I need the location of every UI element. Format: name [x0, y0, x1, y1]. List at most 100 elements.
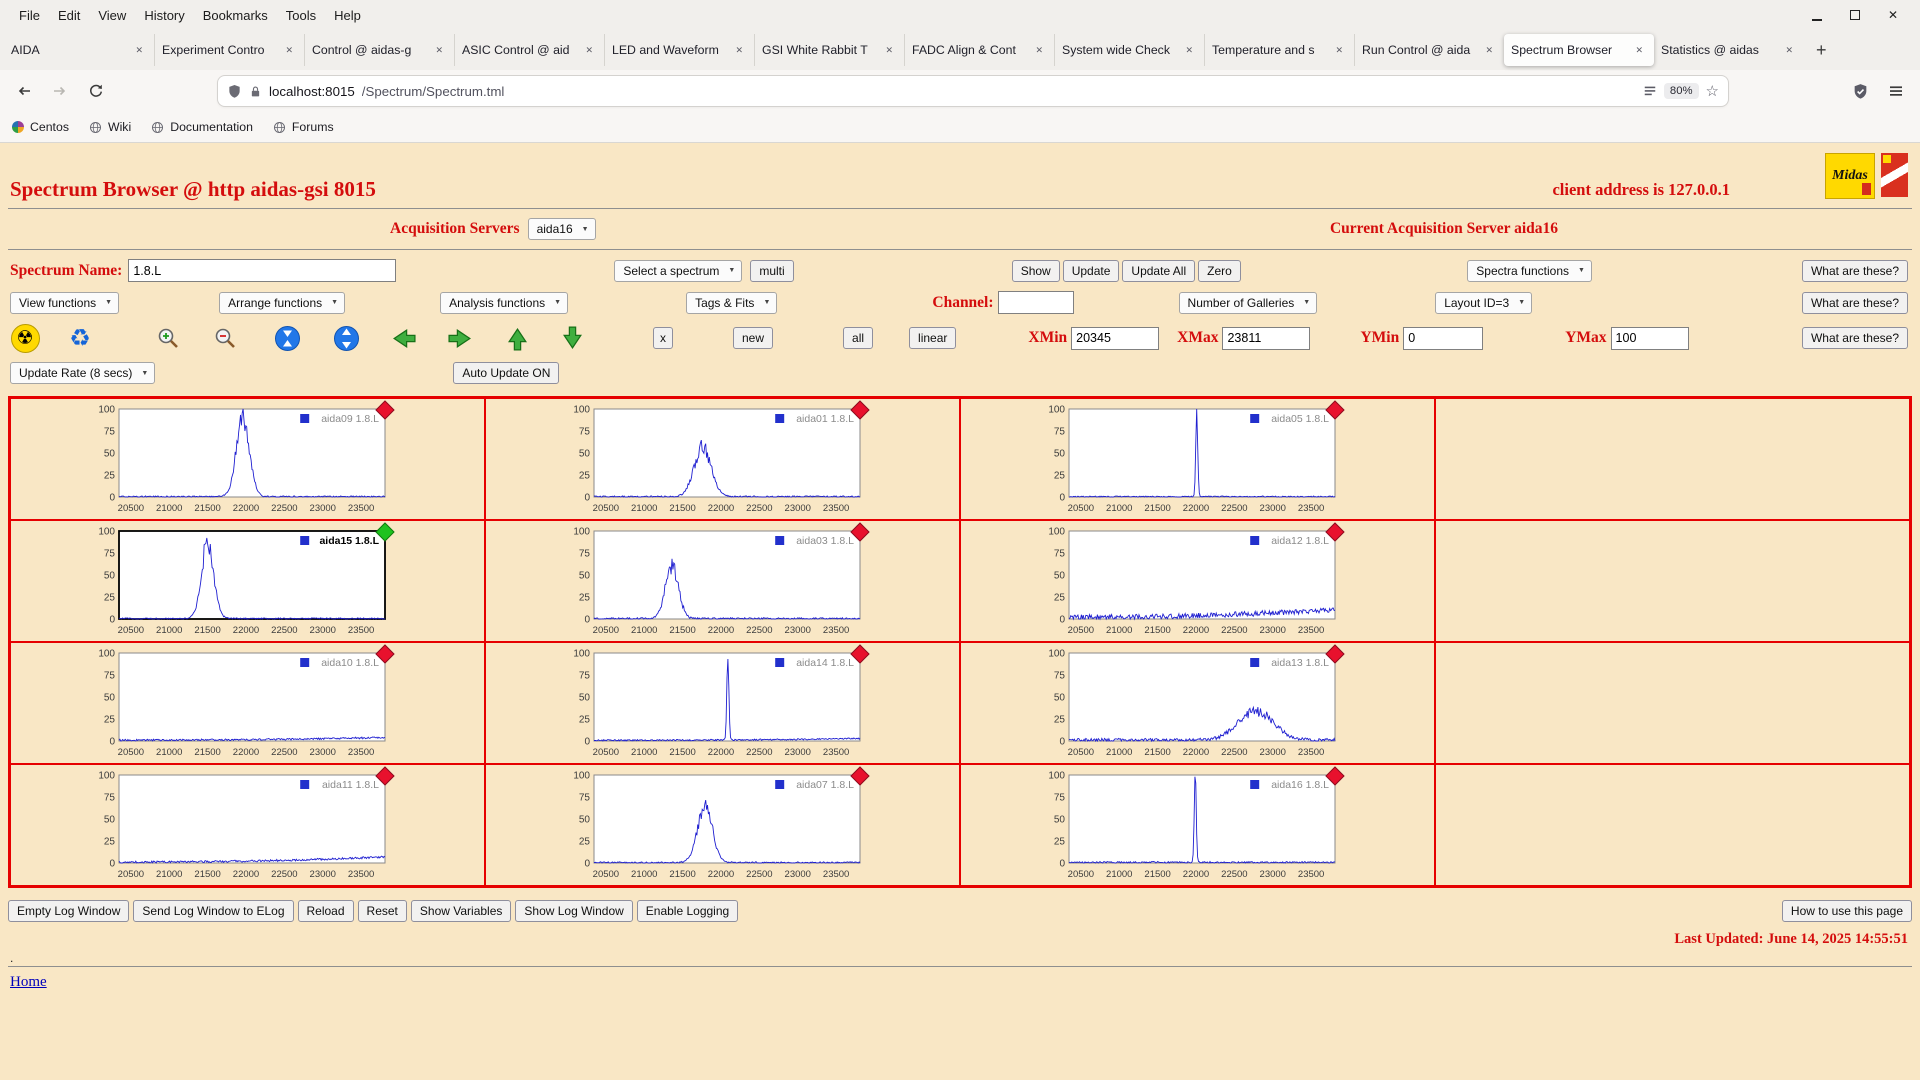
gallery-cell-aida12[interactable]: 0255075100205002100021500220002250023000…: [960, 520, 1435, 642]
minimize-button[interactable]: [1810, 8, 1824, 22]
tab-aida[interactable]: AIDA✕: [4, 34, 154, 66]
tab-spectrum-browser[interactable]: Spectrum Browser✕: [1504, 34, 1654, 66]
reload-button[interactable]: Reload: [298, 900, 354, 922]
tab-fadc-align-cont[interactable]: FADC Align & Cont✕: [904, 34, 1054, 66]
show-variables-button[interactable]: Show Variables: [411, 900, 512, 922]
chart-aida15[interactable]: 0255075100205002100021500220002250023000…: [75, 521, 405, 641]
compress-y-icon[interactable]: [272, 323, 302, 353]
tags-fits-dropdown[interactable]: Tags & Fits▼: [686, 292, 777, 314]
tab-close-icon[interactable]: ✕: [1181, 43, 1197, 58]
arrow-right-icon[interactable]: [445, 323, 475, 353]
tab-close-icon[interactable]: ✕: [1631, 43, 1647, 58]
menu-edit[interactable]: Edit: [49, 5, 89, 26]
expand-y-icon[interactable]: [331, 323, 361, 353]
recycle-icon[interactable]: ♻: [65, 323, 95, 353]
gallery-cell-aida05[interactable]: 0255075100205002100021500220002250023000…: [960, 398, 1435, 520]
back-button[interactable]: [10, 77, 38, 105]
select-spectrum-dropdown[interactable]: Select a spectrum▼: [614, 260, 742, 282]
maximize-button[interactable]: [1848, 8, 1862, 22]
bookmark-wiki[interactable]: Wiki: [89, 120, 131, 134]
gallery-cell-aida16[interactable]: 0255075100205002100021500220002250023000…: [960, 764, 1435, 886]
tab-close-icon[interactable]: ✕: [1781, 43, 1797, 58]
radiation-icon[interactable]: ☢: [10, 323, 40, 353]
tab-asic-control-aid[interactable]: ASIC Control @ aid✕: [454, 34, 604, 66]
chart-aida16[interactable]: 0255075100205002100021500220002250023000…: [1025, 765, 1355, 885]
show-button[interactable]: Show: [1012, 260, 1060, 282]
tab-statistics-aidas[interactable]: Statistics @ aidas✕: [1654, 34, 1804, 66]
chart-aida05[interactable]: 0255075100205002100021500220002250023000…: [1025, 399, 1355, 519]
menu-bookmarks[interactable]: Bookmarks: [194, 5, 277, 26]
gallery-cell-aida07[interactable]: 0255075100205002100021500220002250023000…: [485, 764, 960, 886]
tab-system-wide-check[interactable]: System wide Check✕: [1054, 34, 1204, 66]
chart-aida10[interactable]: 0255075100205002100021500220002250023000…: [75, 643, 405, 763]
tab-led-and-waveform[interactable]: LED and Waveform✕: [604, 34, 754, 66]
tab-close-icon[interactable]: ✕: [131, 43, 147, 58]
arrow-up-icon[interactable]: [502, 323, 532, 353]
bookmark-forums[interactable]: Forums: [273, 120, 334, 134]
tab-gsi-white-rabbit-t[interactable]: GSI White Rabbit T✕: [754, 34, 904, 66]
chart-aida12[interactable]: 0255075100205002100021500220002250023000…: [1025, 521, 1355, 641]
ymax-input[interactable]: [1611, 327, 1689, 350]
zoom-level-indicator[interactable]: 80%: [1664, 83, 1699, 99]
reader-mode-icon[interactable]: [1643, 84, 1657, 98]
x-axis-button[interactable]: x: [653, 327, 673, 349]
chart-aida13[interactable]: 0255075100205002100021500220002250023000…: [1025, 643, 1355, 763]
arrange-functions-dropdown[interactable]: Arrange functions▼: [219, 292, 345, 314]
xmin-input[interactable]: [1071, 327, 1159, 350]
layout-id-dropdown[interactable]: Layout ID=3▼: [1435, 292, 1532, 314]
tab-close-icon[interactable]: ✕: [731, 43, 747, 58]
gallery-cell-aida10[interactable]: 0255075100205002100021500220002250023000…: [10, 642, 485, 764]
send-log-window-to-elog-button[interactable]: Send Log Window to ELog: [133, 900, 293, 922]
tab-control-aidas-g[interactable]: Control @ aidas-g✕: [304, 34, 454, 66]
tab-close-icon[interactable]: ✕: [581, 43, 597, 58]
reload-button[interactable]: [82, 77, 110, 105]
acquisition-server-select[interactable]: aida16▼: [528, 218, 596, 240]
url-bar[interactable]: localhost:8015/Spectrum/Spectrum.tml 80%…: [218, 76, 1728, 106]
tab-close-icon[interactable]: ✕: [1031, 43, 1047, 58]
ymin-input[interactable]: [1403, 327, 1483, 350]
tab-close-icon[interactable]: ✕: [281, 43, 297, 58]
tab-experiment-contro[interactable]: Experiment Contro✕: [154, 34, 304, 66]
number-of-galleries-dropdown[interactable]: Number of Galleries▼: [1179, 292, 1318, 314]
menu-view[interactable]: View: [89, 5, 135, 26]
chart-aida03[interactable]: 0255075100205002100021500220002250023000…: [550, 521, 880, 641]
spectra-functions-dropdown[interactable]: Spectra functions▼: [1467, 260, 1592, 282]
view-functions-dropdown[interactable]: View functions▼: [10, 292, 119, 314]
arrow-down-icon[interactable]: [557, 323, 587, 353]
what-are-these-button-2[interactable]: What are these?: [1802, 292, 1908, 314]
new-button[interactable]: new: [733, 327, 773, 349]
linear-button[interactable]: linear: [909, 327, 956, 349]
chart-aida09[interactable]: 0255075100205002100021500220002250023000…: [75, 399, 405, 519]
what-are-these-button-1[interactable]: What are these?: [1802, 260, 1908, 282]
gallery-cell-aida11[interactable]: 0255075100205002100021500220002250023000…: [10, 764, 485, 886]
extension-button[interactable]: [1846, 77, 1874, 105]
menu-file[interactable]: File: [10, 5, 49, 26]
gallery-cell-aida01[interactable]: 0255075100205002100021500220002250023000…: [485, 398, 960, 520]
menu-tools[interactable]: Tools: [277, 5, 325, 26]
gallery-cell-aida13[interactable]: 0255075100205002100021500220002250023000…: [960, 642, 1435, 764]
enable-logging-button[interactable]: Enable Logging: [637, 900, 738, 922]
zoom-in-icon[interactable]: [153, 323, 183, 353]
reset-button[interactable]: Reset: [358, 900, 407, 922]
chart-aida11[interactable]: 0255075100205002100021500220002250023000…: [75, 765, 405, 885]
all-button[interactable]: all: [843, 327, 873, 349]
bookmark-documentation[interactable]: Documentation: [151, 120, 253, 134]
arrow-left-icon[interactable]: [388, 323, 418, 353]
new-tab-button[interactable]: +: [1804, 40, 1839, 61]
tab-close-icon[interactable]: ✕: [881, 43, 897, 58]
channel-input[interactable]: [998, 291, 1074, 314]
tab-close-icon[interactable]: ✕: [1331, 43, 1347, 58]
update-button[interactable]: Update: [1063, 260, 1120, 282]
menu-help[interactable]: Help: [325, 5, 370, 26]
empty-log-window-button[interactable]: Empty Log Window: [8, 900, 129, 922]
home-link[interactable]: Home: [10, 974, 47, 990]
how-to-use-this-page-button[interactable]: How to use this page: [1782, 900, 1912, 922]
gallery-cell-aida14[interactable]: 0255075100205002100021500220002250023000…: [485, 642, 960, 764]
zero-button[interactable]: Zero: [1198, 260, 1241, 282]
forward-button[interactable]: [46, 77, 74, 105]
gallery-cell-aida15[interactable]: 0255075100205002100021500220002250023000…: [10, 520, 485, 642]
close-window-button[interactable]: ✕: [1886, 8, 1900, 22]
analysis-functions-dropdown[interactable]: Analysis functions▼: [440, 292, 568, 314]
bookmark-centos[interactable]: Centos: [12, 120, 69, 134]
chart-aida01[interactable]: 0255075100205002100021500220002250023000…: [550, 399, 880, 519]
